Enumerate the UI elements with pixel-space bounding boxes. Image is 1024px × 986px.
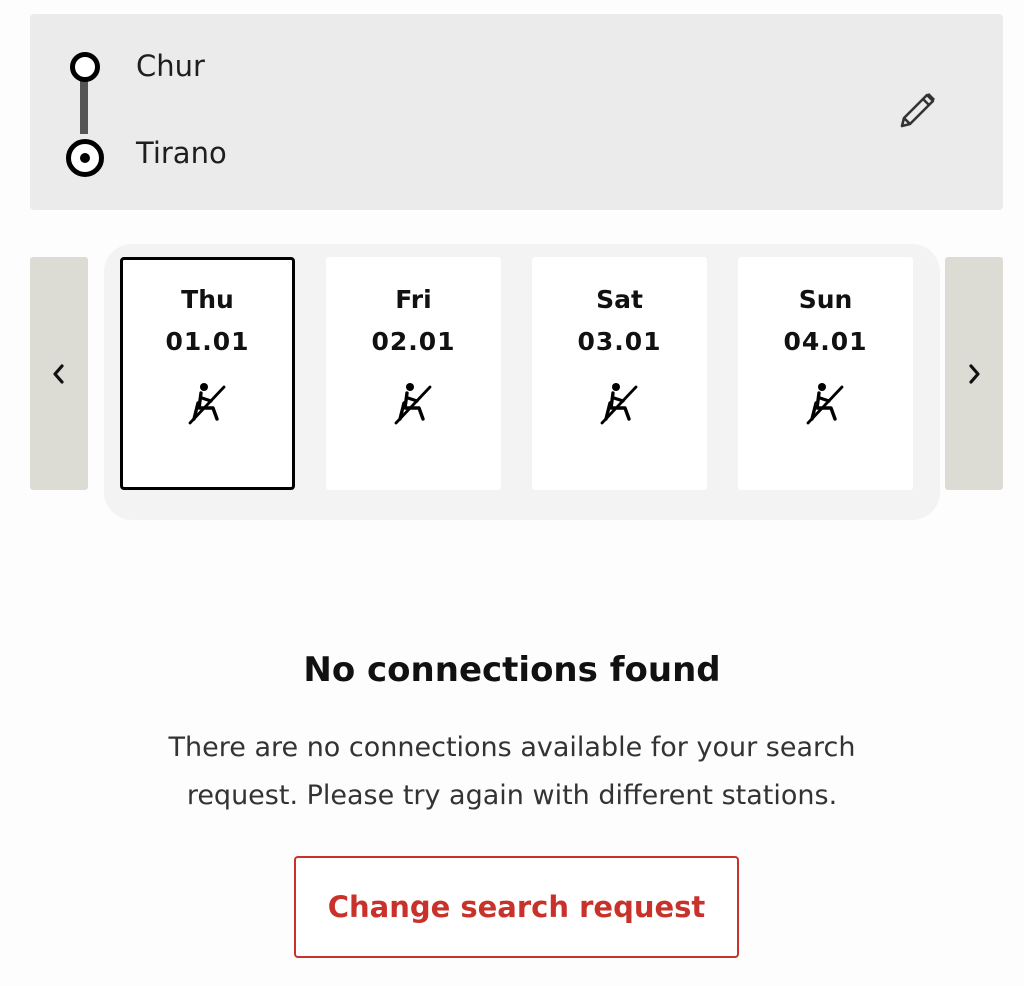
origin-station: Chur bbox=[136, 49, 205, 83]
day-date: 04.01 bbox=[783, 327, 868, 356]
no-seat-reservation-icon bbox=[394, 383, 431, 425]
day-name: Fri bbox=[395, 285, 432, 314]
day-name: Thu bbox=[181, 285, 234, 314]
no-seat-reservation-icon bbox=[600, 383, 637, 425]
chevron-right-icon bbox=[969, 363, 980, 384]
next-days-button[interactable] bbox=[945, 257, 1003, 490]
previous-days-button[interactable] bbox=[30, 257, 88, 490]
destination-station: Tirano bbox=[136, 136, 227, 170]
empty-state-message: There are no connections available for y… bbox=[168, 732, 856, 811]
day-name: Sat bbox=[596, 285, 643, 314]
day-card-sun[interactable]: Sun 04.01 bbox=[738, 257, 913, 490]
day-name: Sun bbox=[798, 285, 853, 314]
no-seat-reservation-icon bbox=[806, 383, 843, 425]
origin-stop-icon bbox=[70, 52, 100, 82]
day-card-fri[interactable]: Fri 02.01 bbox=[326, 257, 501, 490]
destination-stop-icon bbox=[66, 139, 104, 177]
route-connector-line bbox=[80, 74, 88, 134]
destination-stop-dot bbox=[80, 153, 90, 163]
edit-route-button[interactable] bbox=[890, 84, 944, 138]
day-card-sat[interactable]: Sat 03.01 bbox=[532, 257, 707, 490]
empty-state-title: No connections found bbox=[303, 650, 721, 690]
change-search-request-button[interactable]: Change search request bbox=[294, 856, 739, 958]
chevron-left-icon bbox=[53, 363, 64, 384]
no-seat-reservation-icon bbox=[188, 383, 225, 425]
day-date: 01.01 bbox=[165, 327, 250, 356]
day-card-thu[interactable]: Thu 01.01 bbox=[120, 257, 295, 490]
day-date: 03.01 bbox=[577, 327, 662, 356]
pencil-icon bbox=[900, 93, 935, 128]
route-card bbox=[30, 14, 1003, 210]
day-date: 02.01 bbox=[371, 327, 456, 356]
